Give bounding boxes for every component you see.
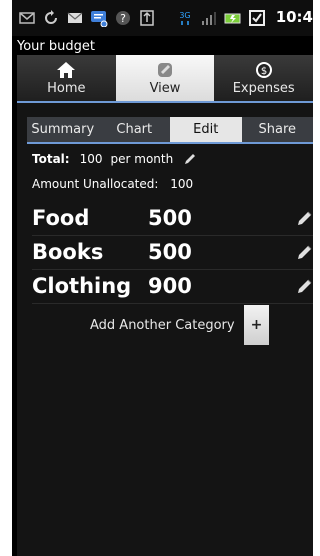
status-bar: ? 3G 10:4: [12, 0, 313, 36]
unallocated-label: Amount Unallocated:: [32, 177, 159, 191]
subtab-edit[interactable]: Edit: [170, 117, 242, 142]
total-period: per month: [110, 152, 174, 166]
tab-home-label: Home: [47, 81, 86, 96]
category-row-food: Food 500: [32, 201, 313, 236]
phone-screen: ? 3G 10:4 Your budget Home View $ Expens…: [12, 0, 313, 556]
category-amount: 900: [148, 274, 192, 298]
category-name: Books: [32, 240, 104, 264]
category-amount: 500: [148, 206, 192, 230]
help-icon: ?: [114, 9, 132, 27]
usb-icon: [138, 9, 156, 27]
unallocated-value: 100: [170, 177, 194, 191]
network-3g-icon: 3G: [176, 9, 194, 27]
chat-icon: [90, 9, 108, 27]
app-title: Your budget: [17, 39, 95, 54]
tab-expenses[interactable]: $ Expenses: [214, 55, 313, 101]
svg-text:$: $: [260, 66, 266, 77]
total-label: Total:: [32, 152, 70, 166]
subtab-share[interactable]: Share: [242, 117, 314, 142]
category-name: Food: [32, 206, 90, 230]
subtab-chart[interactable]: Chart: [99, 117, 171, 142]
category-amount: 500: [148, 240, 192, 264]
edit-books-pencil-icon[interactable]: [296, 243, 313, 261]
main-tab-bar: Home View $ Expenses: [17, 55, 313, 104]
home-icon: [57, 62, 76, 78]
sync-icon: [42, 9, 60, 27]
tab-view[interactable]: View: [115, 55, 215, 101]
unallocated-row: Amount Unallocated: 100: [32, 177, 193, 191]
view-icon: [158, 63, 172, 77]
total-value: 100: [79, 152, 103, 166]
category-row-clothing: Clothing 900: [32, 269, 313, 304]
add-category-button[interactable]: +: [244, 305, 269, 345]
sub-tab-bar: Summary Chart Edit Share: [27, 117, 313, 144]
category-name: Clothing: [32, 274, 132, 298]
svg-text:?: ?: [120, 12, 126, 25]
tab-home[interactable]: Home: [17, 55, 116, 101]
tab-expenses-label: Expenses: [232, 81, 295, 96]
alarm-icon: [248, 9, 266, 27]
mail-icon: [18, 9, 36, 27]
subtab-summary[interactable]: Summary: [27, 117, 99, 142]
edit-clothing-pencil-icon[interactable]: [296, 277, 313, 295]
network-label: 3G: [179, 11, 190, 20]
email-icon: [66, 9, 84, 27]
edit-food-pencil-icon[interactable]: [296, 209, 313, 227]
edit-total-pencil-icon[interactable]: [183, 152, 197, 166]
tab-view-label: View: [149, 81, 181, 96]
signal-icon: [200, 9, 218, 27]
status-clock: 10:4: [275, 8, 313, 26]
dollar-coin-icon: $: [255, 62, 272, 78]
battery-icon: [224, 9, 242, 27]
add-category-label: Add Another Category: [90, 318, 235, 333]
category-row-books: Books 500: [32, 235, 313, 270]
total-row: Total: 100 per month: [32, 152, 197, 166]
